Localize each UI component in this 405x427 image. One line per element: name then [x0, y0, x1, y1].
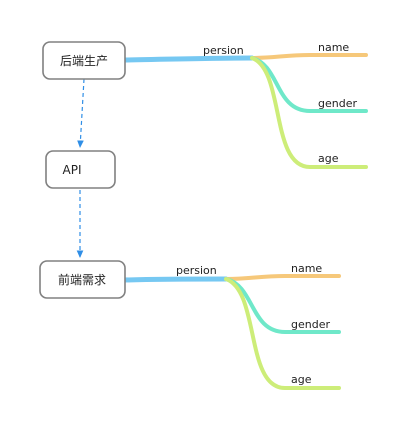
node-frontend-label: 前端需求: [58, 272, 106, 287]
tree-bottom-root-label: persion: [176, 264, 217, 277]
node-frontend: 前端需求: [39, 260, 126, 299]
node-api: API: [45, 150, 116, 189]
tree-bottom-branch-gender-label: gender: [291, 318, 330, 331]
branch-bottom-name: [224, 274, 341, 281]
tree-bottom-branch-name-label: name: [291, 262, 322, 275]
tree-frontend: persion name gender age: [122, 262, 341, 390]
node-backend: 后端生产: [42, 41, 126, 80]
node-backend-label: 后端生产: [60, 54, 108, 68]
tree-bottom-branch-age-label: age: [291, 373, 312, 386]
trunk-top: [122, 55, 255, 63]
tree-top-branch-age-label: age: [318, 152, 339, 165]
arrow-backend-to-api: [77, 78, 85, 149]
tree-backend: persion name gender age: [122, 41, 368, 169]
node-api-label: API: [63, 163, 82, 177]
tree-top-root-label: persion: [203, 44, 244, 57]
flow-diagram: persion name gender age persion name gen…: [39, 41, 368, 390]
tree-top-branch-gender-label: gender: [318, 97, 357, 110]
branch-top-name: [250, 53, 368, 60]
tree-top-branch-name-label: name: [318, 41, 349, 54]
trunk-bottom: [122, 276, 229, 283]
